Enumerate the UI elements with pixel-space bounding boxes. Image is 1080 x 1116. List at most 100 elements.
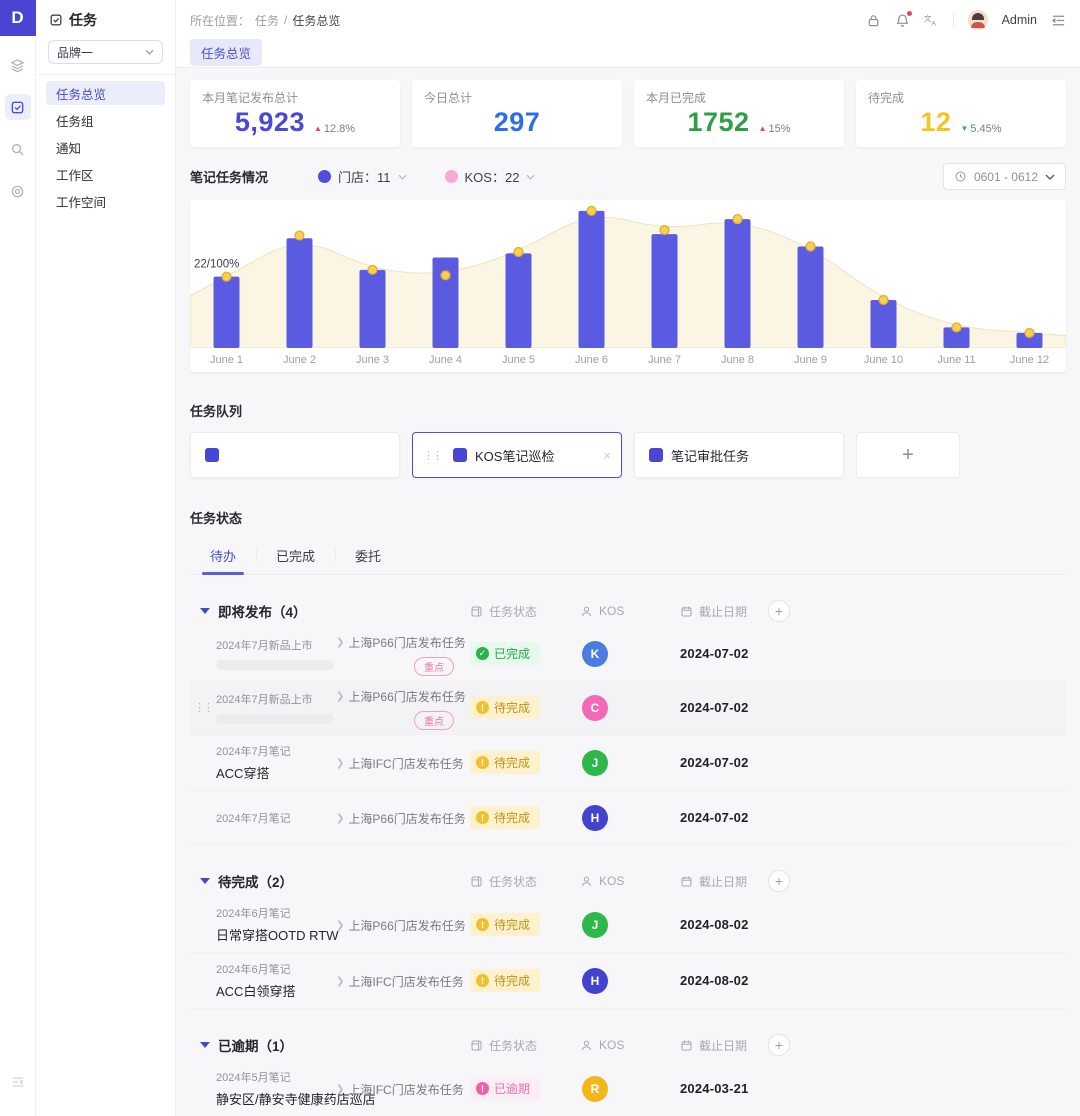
caret-down-icon[interactable]: [200, 878, 210, 884]
add-task-button[interactable]: +: [768, 600, 790, 622]
avatar[interactable]: H: [582, 805, 608, 831]
store-bar[interactable]: [579, 211, 605, 348]
close-icon[interactable]: ×: [603, 448, 611, 463]
task-row[interactable]: ⋮⋮2024年7月笔记❯上海P66门店发布任务!待完成H2024-07-02: [190, 791, 1066, 845]
task-row[interactable]: ⋮⋮2024年6月笔记日常穿搭OOTD RTW❯上海P66门店发布任务!待完成J…: [190, 897, 1066, 953]
kos-point[interactable]: [587, 206, 596, 215]
legend-item-门店[interactable]: 门店：11: [318, 167, 407, 186]
stat-card[interactable]: 今日总计297: [412, 80, 622, 147]
stat-card[interactable]: 待完成12▼5.45%: [856, 80, 1066, 147]
store-bar[interactable]: [798, 247, 824, 348]
kos-point[interactable]: [952, 323, 961, 332]
brand-select[interactable]: 品牌一: [48, 40, 163, 64]
avatar[interactable]: K: [582, 641, 608, 667]
group-title[interactable]: 待完成（2）: [190, 871, 470, 891]
store-bar[interactable]: [652, 234, 678, 348]
column-header-kos: KOS: [570, 1038, 680, 1052]
caret-down-icon[interactable]: [200, 1042, 210, 1048]
add-task-button[interactable]: +: [768, 1034, 790, 1056]
tab-已完成[interactable]: 已完成: [256, 537, 335, 574]
task-link[interactable]: ❯上海P66门店发布任务: [336, 634, 466, 651]
user-name[interactable]: Admin: [1002, 13, 1037, 27]
sidebar-item-工作空间[interactable]: 工作空间: [46, 189, 165, 213]
group-header: 待完成（2）任务状态KOS截止日期+: [190, 865, 1066, 897]
check-icon: ✓: [476, 647, 489, 660]
user-avatar[interactable]: [968, 10, 988, 30]
menu-fold-icon[interactable]: [1051, 13, 1066, 28]
language-switch-icon[interactable]: 文A: [924, 13, 939, 28]
up-trend-icon: ▲: [314, 124, 322, 133]
task-link[interactable]: ❯上海IFC门店发布任务: [336, 755, 464, 772]
add-queue-button[interactable]: +: [856, 432, 960, 478]
tasks-icon[interactable]: [5, 94, 31, 120]
priority-tag: 重点: [414, 711, 454, 730]
breadcrumb-item[interactable]: 任务: [255, 12, 279, 29]
date-range-select[interactable]: 0601 - 0612: [943, 163, 1066, 190]
store-bar[interactable]: [287, 238, 313, 348]
breadcrumb-item[interactable]: 任务总览: [292, 12, 340, 29]
avatar[interactable]: H: [582, 968, 608, 994]
kos-point[interactable]: [1025, 329, 1034, 338]
kos-point[interactable]: [733, 215, 742, 224]
avatar[interactable]: J: [582, 912, 608, 938]
task-kos-cell: H: [570, 805, 680, 831]
legend-item-KOS[interactable]: KOS：22: [445, 167, 536, 186]
store-bar[interactable]: [725, 219, 751, 348]
kos-point[interactable]: [879, 296, 888, 305]
kos-point[interactable]: [222, 272, 231, 281]
search-icon[interactable]: [5, 136, 31, 162]
app-root: D 任务 品牌一 任务总览任务组通知工作区工作空间: [0, 0, 1080, 1116]
queue-checkbox-icon[interactable]: [649, 448, 663, 462]
task-row[interactable]: ⋮⋮2024年5月笔记静安区/静安寺健康药店巡店❯上海IFC门店发布任务!已逾期…: [190, 1061, 1066, 1116]
sidebar-item-通知[interactable]: 通知: [46, 135, 165, 159]
group-title[interactable]: 已逾期（1）: [190, 1035, 470, 1055]
drag-handle-icon[interactable]: ⋮⋮: [423, 449, 441, 462]
avatar[interactable]: R: [582, 1076, 608, 1102]
queue-card[interactable]: 笔记审批任务: [634, 432, 844, 478]
avatar[interactable]: C: [582, 695, 608, 721]
task-row[interactable]: ⋮⋮2024年7月笔记ACC穿搭❯上海IFC门店发布任务!待完成J2024-07…: [190, 735, 1066, 791]
caret-down-icon[interactable]: [200, 608, 210, 614]
group-title[interactable]: 即将发布（4）: [190, 601, 470, 621]
page-tag[interactable]: 任务总览: [190, 39, 262, 66]
kos-point[interactable]: [806, 242, 815, 251]
kos-point[interactable]: [368, 265, 377, 274]
tab-委托[interactable]: 委托: [335, 537, 401, 574]
task-row[interactable]: ⋮⋮2024年6月笔记ACC白领穿搭❯上海IFC门店发布任务!待完成H2024-…: [190, 953, 1066, 1009]
stat-card[interactable]: 本月已完成1752▲15%: [634, 80, 844, 147]
layers-icon[interactable]: [5, 52, 31, 78]
task-row[interactable]: ⋮⋮2024年7月新品上市❯上海P66门店发布任务重点✓已完成K2024-07-…: [190, 627, 1066, 681]
queue-checkbox-icon[interactable]: [205, 448, 219, 462]
notifications-bell-icon[interactable]: [895, 13, 910, 28]
due-date: 2024-07-02: [680, 646, 768, 661]
add-task-button[interactable]: +: [768, 870, 790, 892]
task-link[interactable]: ❯上海P66门店发布任务: [336, 810, 466, 827]
task-link[interactable]: ❯上海P66门店发布任务: [336, 688, 466, 705]
queue-checkbox-icon[interactable]: [453, 448, 467, 462]
app-logo[interactable]: D: [0, 0, 36, 36]
stat-card[interactable]: 本月笔记发布总计5,923▲12.8%: [190, 80, 400, 147]
task-link[interactable]: ❯上海P66门店发布任务: [336, 917, 466, 934]
kos-point[interactable]: [660, 226, 669, 235]
avatar[interactable]: J: [582, 750, 608, 776]
tab-待办[interactable]: 待办: [190, 537, 256, 574]
store-bar[interactable]: [871, 300, 897, 348]
store-bar[interactable]: [214, 277, 240, 348]
kos-point[interactable]: [514, 248, 523, 257]
sidebar-item-工作区[interactable]: 工作区: [46, 162, 165, 186]
collapse-sidebar-icon[interactable]: [11, 1075, 25, 1094]
task-link[interactable]: ❯上海IFC门店发布任务: [336, 973, 464, 990]
task-link[interactable]: ❯上海IFC门店发布任务: [336, 1081, 464, 1098]
queue-card[interactable]: ⋮⋮KOS笔记巡检×: [412, 432, 622, 478]
settings-icon[interactable]: [5, 178, 31, 204]
lock-icon[interactable]: [866, 13, 881, 28]
task-row[interactable]: ⋮⋮2024年7月新品上市❯上海P66门店发布任务重点!待完成C2024-07-…: [190, 681, 1066, 735]
kos-point[interactable]: [295, 231, 304, 240]
kos-point[interactable]: [441, 271, 450, 280]
sidebar-item-任务组[interactable]: 任务组: [46, 108, 165, 132]
store-bar[interactable]: [360, 270, 386, 348]
drag-handle-icon[interactable]: ⋮⋮: [190, 701, 216, 714]
queue-card[interactable]: [190, 432, 400, 478]
sidebar-item-任务总览[interactable]: 任务总览: [46, 81, 165, 105]
store-bar[interactable]: [506, 253, 532, 348]
